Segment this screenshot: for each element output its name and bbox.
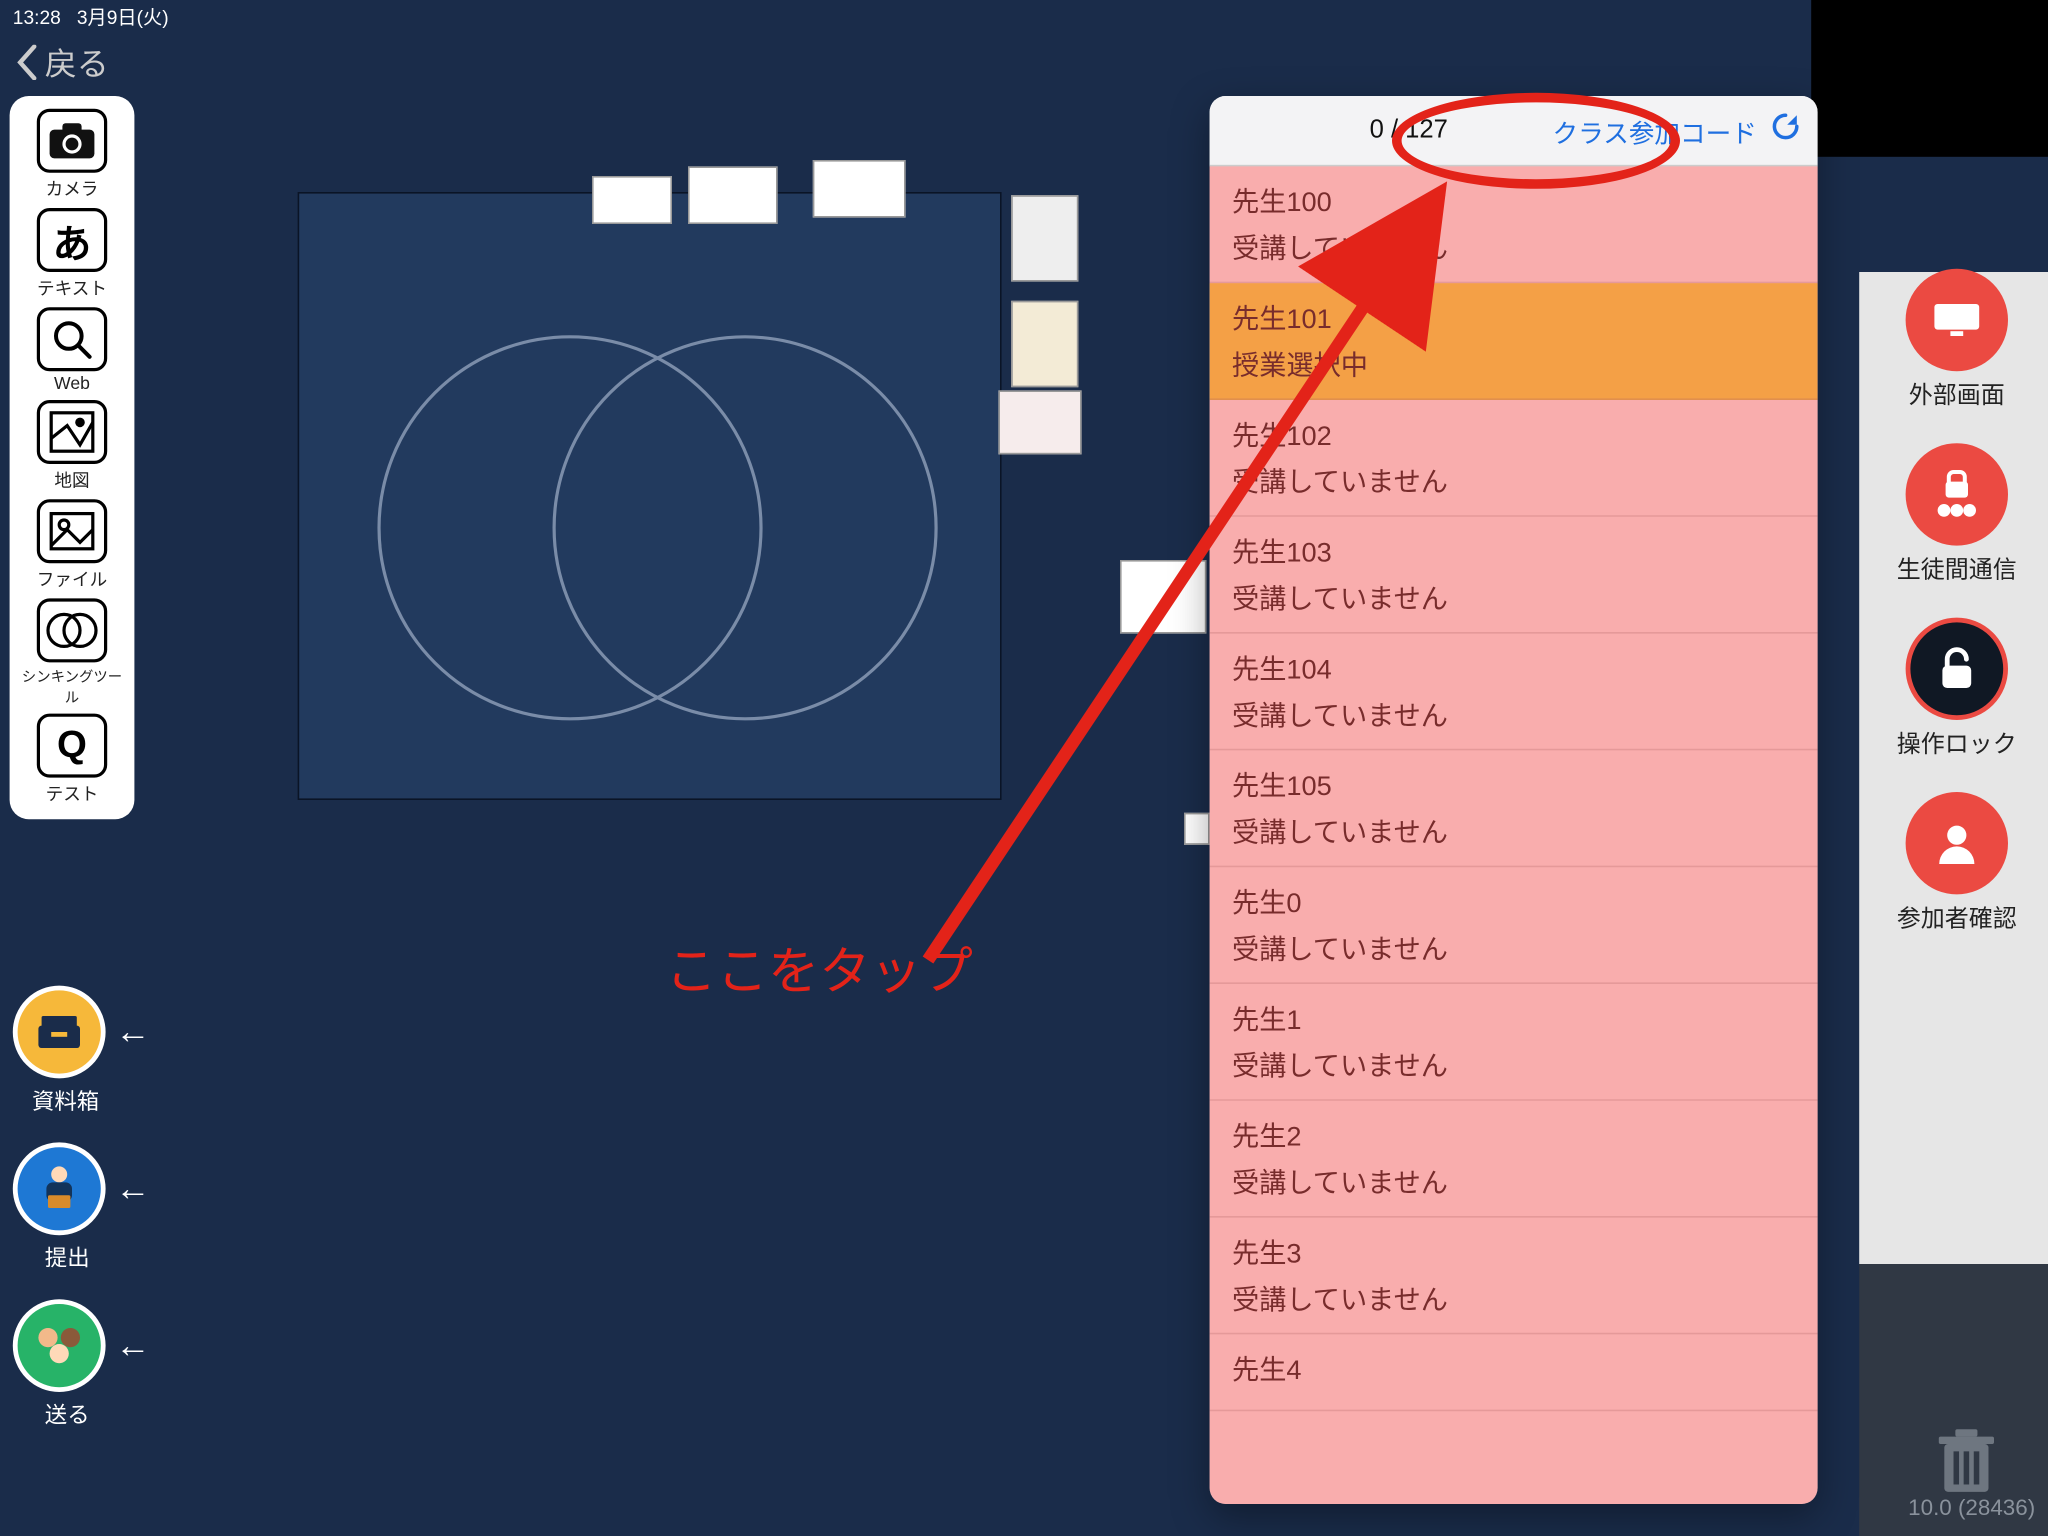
list-item-name: 先生102 (1232, 413, 1795, 453)
participants-button[interactable]: 参加者確認 (1897, 792, 2017, 934)
lock-people-icon (1928, 466, 1986, 524)
tool-file[interactable]: ファイル (16, 499, 128, 592)
chevron-left-icon (16, 44, 38, 79)
lock-button[interactable]: 操作ロック (1897, 618, 2017, 760)
list-item[interactable]: 先生4 (1210, 1334, 1818, 1411)
list-item[interactable]: 先生104 受講していません (1210, 634, 1818, 751)
list-item[interactable]: 先生2 受講していません (1210, 1101, 1818, 1218)
list-item-name: 先生4 (1232, 1347, 1795, 1387)
status-date: 3月9日(火) (77, 6, 169, 28)
tool-text[interactable]: あ テキスト (16, 208, 128, 301)
popup-count: 0 / 127 (1226, 116, 1448, 145)
list-item-status: 受講していません (1232, 459, 1795, 499)
list-item-name: 先生100 (1232, 179, 1795, 219)
send-button[interactable] (13, 1299, 106, 1392)
tool-web[interactable]: Web (16, 307, 128, 393)
unlock-icon (1931, 643, 1982, 694)
tool-test[interactable]: Q テスト (16, 714, 128, 807)
search-icon (50, 317, 95, 362)
list-item[interactable]: 先生105 受講していません (1210, 750, 1818, 867)
image-icon (48, 510, 96, 552)
left-toolbar: カメラ あ テキスト Web 地図 ファイル シンキングツール Q テスト (10, 96, 135, 819)
list-item[interactable]: 先生1 受講していません (1210, 984, 1818, 1101)
list-item-name: 先生104 (1232, 646, 1795, 686)
list-item-name: 先生103 (1232, 530, 1795, 570)
list-item-name: 先生0 (1232, 880, 1795, 920)
q-icon: Q (57, 723, 87, 768)
card-thumb[interactable] (1011, 195, 1078, 281)
list-item-name: 先生1 (1232, 997, 1795, 1037)
card-thumb[interactable] (1184, 813, 1210, 845)
venn-canvas[interactable] (298, 192, 1002, 800)
reload-icon (1770, 110, 1802, 142)
redaction-mask (1811, 0, 2048, 157)
card-thumb[interactable] (813, 160, 906, 218)
list-item-name: 先生101 (1232, 296, 1795, 336)
list-item[interactable]: 先生102 受講していません (1210, 400, 1818, 517)
list-item-status: 受講していません (1232, 576, 1795, 616)
venn-diagram-icon (299, 194, 1000, 799)
list-item-status: 受講していません (1232, 926, 1795, 966)
arrow-left-icon: ← (115, 1168, 150, 1210)
tool-camera[interactable]: カメラ (16, 109, 128, 202)
card-thumb[interactable] (688, 166, 778, 224)
tool-map[interactable]: 地図 (16, 400, 128, 493)
list-item-status: 受講していません (1232, 226, 1795, 266)
list-item[interactable]: 先生101 授業選択中 (1210, 283, 1818, 400)
text-icon: あ (53, 212, 91, 268)
annotation-text: ここをタップ (666, 931, 973, 1005)
card-thumb[interactable] (592, 176, 672, 224)
list-item[interactable]: 先生103 受講していません (1210, 517, 1818, 634)
external-screen-button[interactable]: 外部画面 (1906, 269, 2008, 411)
list-item-name: 先生3 (1232, 1230, 1795, 1270)
version-label: 10.0 (28436) (1908, 1494, 2035, 1520)
card-thumb[interactable] (1120, 560, 1206, 634)
list-item-status: 受講していません (1232, 1160, 1795, 1200)
submit-person-icon (30, 1160, 88, 1218)
list-item-status: 受講していません (1232, 1277, 1795, 1317)
card-thumb[interactable] (1011, 301, 1078, 387)
materials-label: 資料箱 (32, 1085, 99, 1117)
venn-icon (45, 610, 99, 652)
class-code-link[interactable]: クラス参加コード (1553, 111, 1757, 149)
list-item-name: 先生105 (1232, 763, 1795, 803)
reload-button[interactable] (1770, 110, 1802, 152)
popup-header: 0 / 127 クラス参加コード (1210, 96, 1818, 166)
materials-button[interactable] (13, 986, 106, 1079)
status-bar: 13:28 3月9日(火) (0, 0, 2048, 29)
right-buttons: 外部画面 生徒間通信 操作ロック 参加者確認 (1872, 269, 2042, 935)
list-item[interactable]: 先生100 受講していません (1210, 166, 1818, 283)
submit-button[interactable] (13, 1142, 106, 1235)
arrow-left-icon: ← (115, 1011, 150, 1053)
student-comm-button[interactable]: 生徒間通信 (1897, 443, 2017, 585)
list-item-status: 授業選択中 (1232, 342, 1795, 382)
list-item-name: 先生2 (1232, 1114, 1795, 1154)
list-item-status: 受講していません (1232, 693, 1795, 733)
screen-icon (1930, 298, 1984, 343)
back-label: 戻る (45, 38, 109, 84)
list-item-status: 受講していません (1232, 810, 1795, 850)
list-item[interactable]: 先生0 受講していません (1210, 867, 1818, 984)
arrow-left-icon: ← (115, 1325, 150, 1367)
status-time: 13:28 (13, 6, 61, 28)
trash-icon (1930, 1426, 2004, 1500)
card-thumb[interactable] (998, 390, 1081, 454)
send-people-icon (27, 1318, 91, 1372)
submit-label: 提出 (45, 1242, 90, 1274)
person-icon (1933, 819, 1981, 867)
participants-popup: 0 / 127 クラス参加コード 先生100 受講していません先生101 授業選択中… (1210, 96, 1818, 1504)
send-label: 送る (45, 1398, 90, 1430)
map-icon (48, 410, 96, 455)
list-item[interactable]: 先生3 受講していません (1210, 1218, 1818, 1335)
list-item-status: 受講していません (1232, 1043, 1795, 1083)
camera-icon (48, 122, 96, 160)
drawer-icon (32, 1010, 86, 1055)
popup-list[interactable]: 先生100受講していません先生101授業選択中先生102受講していません先生10… (1210, 166, 1818, 1504)
back-button[interactable]: 戻る (16, 38, 109, 84)
tool-thinking[interactable]: シンキングツール (16, 598, 128, 707)
